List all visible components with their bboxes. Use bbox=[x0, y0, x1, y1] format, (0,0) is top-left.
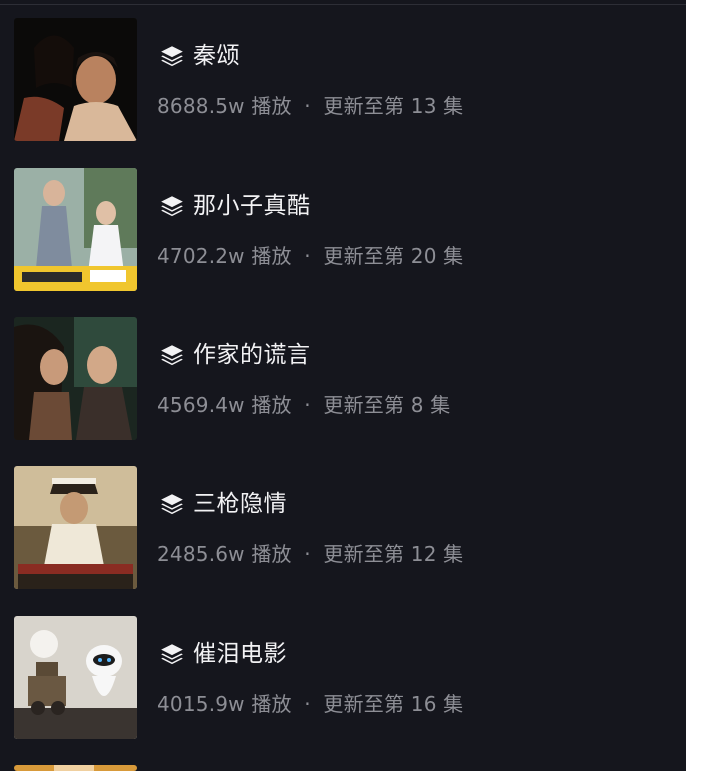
meta-separator: · bbox=[304, 244, 311, 268]
series-thumbnail[interactable] bbox=[14, 466, 137, 589]
series-title[interactable]: 作家的谎言 bbox=[193, 341, 311, 369]
layers-icon bbox=[161, 494, 183, 515]
series-list-panel: 秦颂 8688.5w 播放 · 更新至第 13 集 那小子真酷 4702.2w … bbox=[0, 0, 686, 771]
series-title[interactable]: 那小子真酷 bbox=[193, 192, 311, 220]
series-meta: 2485.6w 播放 · 更新至第 12 集 bbox=[157, 542, 463, 566]
series-thumbnail[interactable] bbox=[14, 168, 137, 291]
thumbnail-image bbox=[14, 616, 137, 739]
play-count: 4702.2w bbox=[157, 244, 245, 268]
series-thumbnail[interactable] bbox=[14, 616, 137, 739]
series-title[interactable]: 三枪隐情 bbox=[193, 490, 287, 518]
layers-icon bbox=[161, 196, 183, 217]
meta-separator: · bbox=[304, 94, 311, 118]
series-item-qinsong[interactable]: 秦颂 8688.5w 播放 · 更新至第 13 集 bbox=[14, 18, 674, 142]
series-meta: 8688.5w 播放 · 更新至第 13 集 bbox=[157, 94, 463, 118]
series-thumbnail[interactable] bbox=[14, 317, 137, 440]
series-thumbnail[interactable] bbox=[14, 18, 137, 141]
meta-separator: · bbox=[304, 542, 311, 566]
layers-icon bbox=[161, 644, 183, 665]
update-status: 更新至第 20 集 bbox=[323, 244, 464, 268]
series-thumbnail[interactable] bbox=[14, 765, 137, 771]
play-count: 4569.4w bbox=[157, 393, 245, 417]
play-label: 播放 bbox=[251, 542, 292, 566]
series-meta: 4569.4w 播放 · 更新至第 8 集 bbox=[157, 393, 450, 417]
meta-separator: · bbox=[304, 692, 311, 716]
series-meta: 4702.2w 播放 · 更新至第 20 集 bbox=[157, 244, 463, 268]
thumbnail-image bbox=[14, 765, 137, 771]
series-item-sanqiang[interactable]: 三枪隐情 2485.6w 播放 · 更新至第 12 集 bbox=[14, 466, 674, 590]
play-count: 2485.6w bbox=[157, 542, 245, 566]
series-item-naxiaozi[interactable]: 那小子真酷 4702.2w 播放 · 更新至第 20 集 bbox=[14, 168, 674, 292]
series-title[interactable]: 秦颂 bbox=[193, 42, 240, 70]
thumbnail-image bbox=[14, 466, 137, 589]
update-status: 更新至第 12 集 bbox=[323, 542, 464, 566]
update-status: 更新至第 13 集 bbox=[323, 94, 464, 118]
series-title[interactable]: 催泪电影 bbox=[193, 640, 287, 668]
thumbnail-image bbox=[14, 168, 137, 291]
series-item-partial[interactable] bbox=[14, 765, 674, 771]
series-item-cuilei[interactable]: 催泪电影 4015.9w 播放 · 更新至第 16 集 bbox=[14, 616, 674, 740]
play-count: 8688.5w bbox=[157, 94, 245, 118]
thumbnail-image bbox=[14, 18, 137, 141]
update-status: 更新至第 8 集 bbox=[323, 393, 451, 417]
layers-icon bbox=[161, 345, 183, 366]
series-meta: 4015.9w 播放 · 更新至第 16 集 bbox=[157, 692, 463, 716]
top-divider bbox=[0, 4, 686, 5]
play-label: 播放 bbox=[251, 244, 292, 268]
thumbnail-image bbox=[14, 317, 137, 440]
play-label: 播放 bbox=[251, 94, 292, 118]
play-label: 播放 bbox=[251, 692, 292, 716]
series-item-zuojia[interactable]: 作家的谎言 4569.4w 播放 · 更新至第 8 集 bbox=[14, 317, 674, 441]
play-count: 4015.9w bbox=[157, 692, 245, 716]
meta-separator: · bbox=[304, 393, 311, 417]
play-label: 播放 bbox=[251, 393, 292, 417]
layers-icon bbox=[161, 46, 183, 67]
update-status: 更新至第 16 集 bbox=[323, 692, 464, 716]
